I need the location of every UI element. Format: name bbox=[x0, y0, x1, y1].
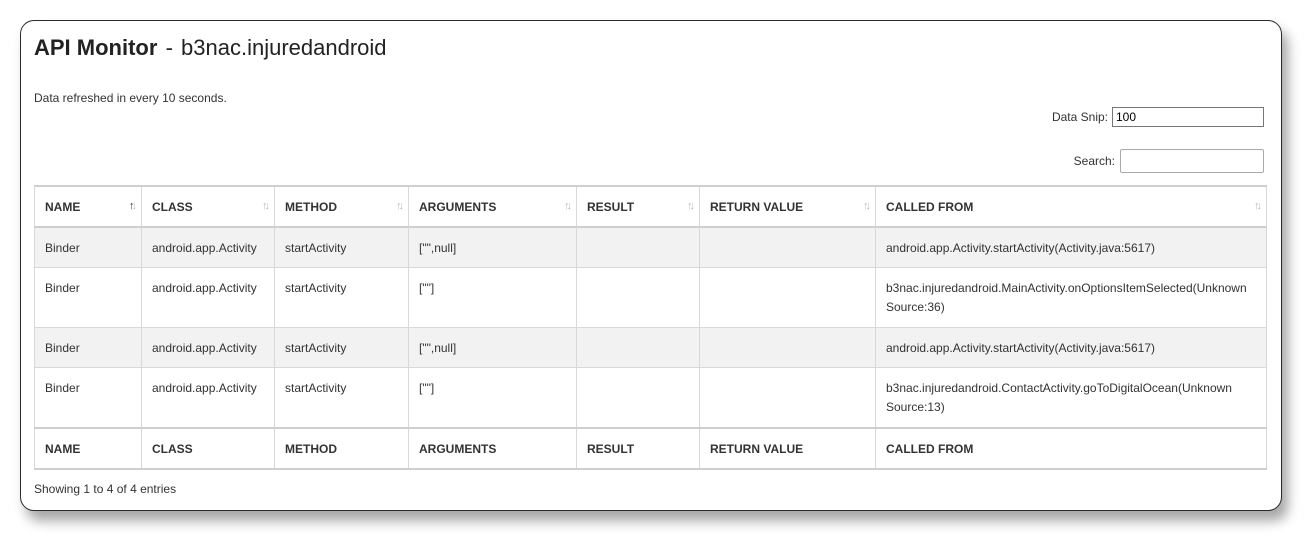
table-row[interactable]: Binder android.app.Activity startActivity[… bbox=[34, 327, 1267, 368]
column-header-label: NAME bbox=[45, 199, 81, 214]
column-header-class[interactable]: CLASS ↑↓ bbox=[141, 185, 275, 228]
cell-arguments: ["",null] bbox=[408, 327, 577, 368]
cell-class: android.app.Activity bbox=[141, 267, 275, 328]
cell-name: Binder bbox=[34, 327, 142, 368]
cell-called-from: b3nac.injuredandroid.ContactActivity.goT… bbox=[875, 367, 1267, 429]
table-footer-row: NAME CLASS METHOD ARGUMENTS RESULT RETURN VAL… bbox=[34, 427, 1267, 470]
page-title-app: b3nac.injuredandroid bbox=[181, 35, 387, 60]
table-info: Showing 1 to 4 of 4 entries bbox=[34, 482, 177, 496]
cell-return-value bbox=[699, 367, 876, 429]
column-header-method[interactable]: METHOD ↑↓ bbox=[274, 185, 409, 228]
search-label: Search: bbox=[1073, 154, 1115, 168]
cell-called-from: android.app.Activity.startActivity(Activ… bbox=[875, 327, 1267, 368]
table-row[interactable]: Binder android.app.Activity startActivity[… bbox=[34, 267, 1267, 328]
sort-arrows-icon[interactable]: ↑↓ bbox=[129, 200, 137, 212]
column-header-return-value[interactable]: RETURN VALUE ↑↓ bbox=[699, 185, 876, 228]
cell-class: android.app.Activity bbox=[141, 327, 275, 368]
cell-name: Binder bbox=[34, 226, 142, 268]
cell-called-from: android.app.Activity.startActivity(Activ… bbox=[875, 226, 1267, 268]
column-header-label: RETURN VALUE bbox=[710, 199, 804, 214]
refresh-note: Data refreshed in every 10 seconds. bbox=[34, 91, 227, 105]
api-monitor-panel: API Monitor - b3nac.injuredandroid Data … bbox=[20, 20, 1282, 511]
column-footer-class: CLASS bbox=[141, 427, 275, 470]
column-header-label: METHOD bbox=[285, 199, 337, 214]
search-input[interactable] bbox=[1120, 149, 1264, 173]
column-header-label: RESULT bbox=[587, 199, 635, 214]
cell-return-value bbox=[699, 327, 876, 368]
sort-arrows-icon[interactable]: ↑↓ bbox=[687, 200, 695, 212]
page-title: API Monitor - b3nac.injuredandroid bbox=[34, 35, 387, 61]
column-footer-name: NAME bbox=[34, 427, 142, 470]
sort-arrows-icon[interactable]: ↑↓ bbox=[396, 200, 404, 212]
cell-class: android.app.Activity bbox=[141, 367, 275, 429]
table-row[interactable]: Binder android.app.Activity startActivity[… bbox=[34, 226, 1267, 268]
table-row[interactable]: Binder android.app.Activity startActivity[… bbox=[34, 367, 1267, 429]
sort-arrows-icon[interactable]: ↑↓ bbox=[1254, 200, 1262, 212]
cell-method: startActivity bbox=[274, 367, 409, 429]
cell-method: startActivity bbox=[274, 327, 409, 368]
cell-arguments: ["",null] bbox=[408, 226, 577, 268]
cell-name: Binder bbox=[34, 267, 142, 328]
column-header-arguments[interactable]: ARGUMENTS ↑↓ bbox=[408, 185, 577, 228]
column-footer-method: METHOD bbox=[274, 427, 409, 470]
column-footer-return-value: RETURN VALUE bbox=[699, 427, 876, 470]
cell-result bbox=[576, 267, 700, 328]
sort-arrows-icon[interactable]: ↑↓ bbox=[262, 200, 270, 212]
title-separator: - bbox=[165, 35, 173, 60]
cell-result bbox=[576, 226, 700, 268]
page-title-main: API Monitor bbox=[34, 35, 158, 60]
cell-method: startActivity bbox=[274, 226, 409, 268]
cell-result bbox=[576, 367, 700, 429]
cell-method: startActivity bbox=[274, 267, 409, 328]
search-control: Search: bbox=[1074, 149, 1264, 173]
data-snip-input[interactable] bbox=[1112, 107, 1264, 127]
cell-name: Binder bbox=[34, 367, 142, 429]
sort-arrows-icon[interactable]: ↑↓ bbox=[863, 200, 871, 212]
column-footer-called-from: CALLED FROM bbox=[875, 427, 1267, 470]
column-header-result[interactable]: RESULT ↑↓ bbox=[576, 185, 700, 228]
sort-arrows-icon[interactable]: ↑↓ bbox=[564, 200, 572, 212]
cell-called-from: b3nac.injuredandroid.MainActivity.onOpti… bbox=[875, 267, 1267, 328]
table-body: Binder android.app.Activity startActivity[… bbox=[34, 226, 1267, 429]
cell-class: android.app.Activity bbox=[141, 226, 275, 268]
table-header-row: NAME ↑↓ CLASS ↑↓ METHOD ↑↓ ARGUMENTS ↑↓ RESULT ↑↓… bbox=[34, 185, 1267, 228]
api-calls-table: NAME ↑↓ CLASS ↑↓ METHOD ↑↓ ARGUMENTS ↑↓ RESULT ↑↓… bbox=[34, 185, 1267, 470]
cell-result bbox=[576, 327, 700, 368]
cell-arguments: [""] bbox=[408, 267, 577, 328]
cell-return-value bbox=[699, 267, 876, 328]
column-header-label: CALLED FROM bbox=[886, 199, 974, 214]
column-header-label: CLASS bbox=[152, 199, 193, 214]
column-footer-arguments: ARGUMENTS bbox=[408, 427, 577, 470]
column-header-called-from[interactable]: CALLED FROM ↑↓ bbox=[875, 185, 1267, 228]
cell-return-value bbox=[699, 226, 876, 268]
data-snip-label: Data Snip: bbox=[1051, 110, 1108, 124]
data-snip-control: Data Snip: bbox=[1052, 107, 1264, 127]
column-header-name[interactable]: NAME ↑↓ bbox=[34, 185, 142, 228]
column-header-label: ARGUMENTS bbox=[419, 199, 497, 214]
column-footer-result: RESULT bbox=[576, 427, 700, 470]
cell-arguments: [""] bbox=[408, 367, 577, 429]
